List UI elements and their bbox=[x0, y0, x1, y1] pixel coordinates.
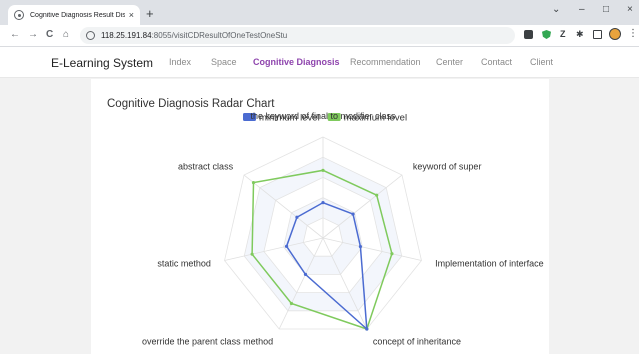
radar-indicator-label: abstract class bbox=[178, 161, 234, 171]
new-tab-button[interactable]: + bbox=[146, 7, 154, 20]
radar-data-point bbox=[321, 168, 325, 172]
url-host: 118.25.191.84 bbox=[101, 31, 152, 40]
url-text: 118.25.191.84:8055/visitCDResultOfOneTes… bbox=[101, 31, 287, 40]
radar-grid bbox=[224, 136, 422, 330]
radar-data-point bbox=[303, 272, 308, 276]
nav-index[interactable]: Index bbox=[169, 57, 191, 67]
nav-center[interactable]: Center bbox=[436, 57, 463, 67]
browser-tab-strip: Cognitive Diagnosis Result Display × + ⌄… bbox=[0, 0, 639, 25]
reload-button[interactable]: C bbox=[46, 29, 53, 41]
minimize-button[interactable]: – bbox=[579, 4, 585, 15]
radar-data-point bbox=[289, 301, 294, 306]
radar-data-point bbox=[284, 244, 289, 248]
close-window-button[interactable]: × bbox=[627, 4, 633, 15]
chart-title: Cognitive Diagnosis Radar Chart bbox=[107, 98, 275, 110]
tab-close-icon[interactable]: × bbox=[129, 10, 134, 20]
forward-button[interactable]: → bbox=[28, 29, 38, 41]
sidebar-icon[interactable] bbox=[593, 30, 602, 39]
address-bar[interactable]: 118.25.191.84:8055/visitCDResultOfOneTes… bbox=[80, 27, 515, 44]
radar-data-point bbox=[321, 201, 325, 205]
radar-data-point bbox=[351, 212, 355, 216]
nav-recommendation[interactable]: Recommendation bbox=[350, 57, 421, 67]
radar-indicator-label: Implementation of interface bbox=[435, 259, 544, 269]
nav-client[interactable]: Client bbox=[530, 57, 553, 67]
radar-indicator-label: keyword of super bbox=[413, 161, 482, 171]
radar-data-point bbox=[390, 252, 394, 256]
site-info-icon[interactable] bbox=[86, 31, 95, 40]
radar-data-point bbox=[251, 180, 256, 185]
site-brand[interactable]: E-Learning System bbox=[51, 56, 153, 70]
url-path: :8055/visitCDResultOfOneTestOneStu bbox=[151, 31, 288, 40]
puzzle-icon[interactable]: ✱ bbox=[576, 30, 585, 39]
radar-indicator-label: override the parent class method bbox=[142, 337, 273, 347]
radar-data-point bbox=[365, 327, 369, 331]
radar-indicator-label: the keyword of final to modifier class bbox=[250, 111, 396, 121]
nav-contact[interactable]: Contact bbox=[481, 57, 512, 67]
globe-icon bbox=[14, 10, 24, 20]
radar-data-point bbox=[250, 252, 254, 256]
nav-cognitive-diagnosis[interactable]: Cognitive Diagnosis bbox=[253, 57, 340, 67]
site-header: E-Learning System Index Space Cognitive … bbox=[0, 47, 639, 78]
radar-indicator-label: concept of inheritance bbox=[373, 337, 461, 347]
browser-tab[interactable]: Cognitive Diagnosis Result Display × bbox=[8, 5, 140, 25]
radar-chart: Cognitive Diagnosis Radar Chart minimum … bbox=[107, 98, 544, 347]
maximize-button[interactable]: □ bbox=[603, 4, 609, 15]
radar-data-point bbox=[295, 215, 299, 219]
browser-menu-icon[interactable]: ⋮ bbox=[628, 28, 638, 40]
radar-data-point bbox=[375, 193, 379, 197]
radar-data-point bbox=[358, 244, 363, 249]
extension-icon[interactable] bbox=[524, 30, 533, 39]
extension-z-icon[interactable]: Z bbox=[560, 30, 569, 39]
tab-search-chevron-icon[interactable]: ⌄ bbox=[552, 4, 560, 15]
profile-avatar[interactable] bbox=[609, 28, 621, 40]
tab-title: Cognitive Diagnosis Result Display bbox=[30, 11, 125, 19]
nav-space[interactable]: Space bbox=[211, 57, 237, 67]
radar-indicator-label: static method bbox=[157, 259, 211, 269]
home-button[interactable]: ⌂ bbox=[63, 29, 69, 41]
back-button[interactable]: ← bbox=[10, 29, 20, 41]
